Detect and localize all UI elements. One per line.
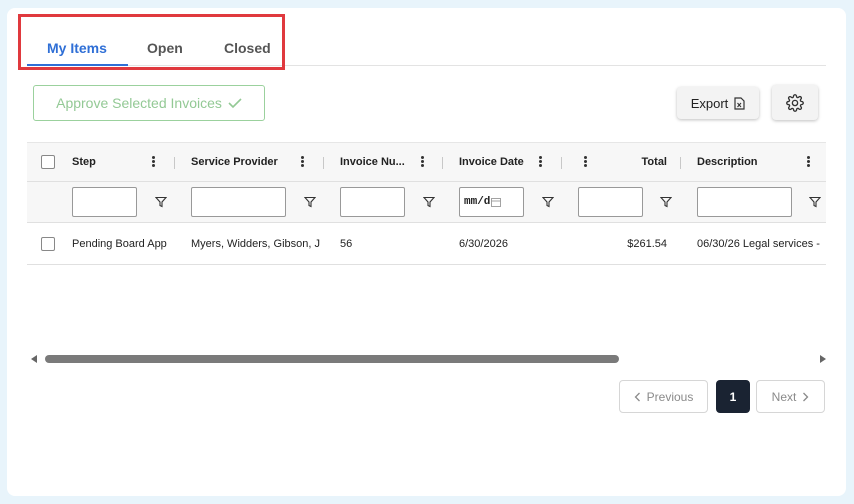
column-resize-handle[interactable] bbox=[680, 157, 681, 169]
select-all-checkbox[interactable] bbox=[41, 155, 55, 169]
column-resize-handle[interactable] bbox=[323, 157, 324, 169]
checkmark-icon bbox=[228, 98, 242, 109]
filter-description-icon[interactable] bbox=[809, 196, 821, 208]
table-row[interactable]: Pending Board App Myers, Widders, Gibson… bbox=[27, 223, 826, 265]
column-resize-handle[interactable] bbox=[174, 157, 175, 169]
horizontal-scrollbar[interactable] bbox=[31, 352, 826, 368]
cell-service-provider: Myers, Widders, Gibson, J bbox=[191, 238, 320, 250]
tab-my-items[interactable]: My Items bbox=[47, 40, 107, 56]
column-menu-unlabeled-icon[interactable] bbox=[584, 156, 588, 168]
invoice-grid: Step Service Provider Invoice Nu... Invo… bbox=[27, 142, 826, 266]
date-input-placeholder: mm/d bbox=[464, 196, 491, 208]
calendar-icon[interactable] bbox=[491, 197, 502, 207]
filter-invoice-date-icon[interactable] bbox=[542, 196, 554, 208]
scroll-right-arrow-icon[interactable] bbox=[820, 355, 826, 363]
page-1-button[interactable]: 1 bbox=[716, 380, 750, 413]
excel-file-icon bbox=[734, 96, 745, 110]
approve-button-label: Approve Selected Invoices bbox=[56, 95, 222, 111]
previous-label: Previous bbox=[646, 389, 694, 404]
column-resize-handle[interactable] bbox=[561, 157, 562, 169]
gear-icon bbox=[786, 93, 804, 112]
tab-open[interactable]: Open bbox=[147, 40, 183, 56]
main-card: My Items Open Closed Approve Selected In… bbox=[7, 8, 846, 496]
settings-button[interactable] bbox=[772, 85, 818, 120]
next-label: Next bbox=[771, 389, 797, 404]
column-resize-handle[interactable] bbox=[442, 157, 443, 169]
filter-provider-icon[interactable] bbox=[304, 196, 316, 208]
cell-invoice-date: 6/30/2026 bbox=[459, 238, 508, 250]
cell-total: $261.54 bbox=[627, 238, 667, 250]
chevron-left-icon bbox=[634, 392, 640, 401]
previous-page-button[interactable]: Previous bbox=[619, 380, 708, 413]
tab-closed[interactable]: Closed bbox=[224, 40, 271, 56]
column-header-service-provider[interactable]: Service Provider bbox=[191, 143, 278, 181]
column-menu-provider-icon[interactable] bbox=[301, 156, 305, 168]
filter-invoice-number-icon[interactable] bbox=[423, 196, 435, 208]
export-button-label: Export bbox=[690, 95, 729, 111]
filter-description-input[interactable] bbox=[697, 187, 792, 217]
next-page-button[interactable]: Next bbox=[756, 380, 825, 413]
column-header-step[interactable]: Step bbox=[72, 143, 96, 181]
scroll-left-arrow-icon[interactable] bbox=[31, 355, 37, 363]
column-menu-description-icon[interactable] bbox=[807, 156, 811, 168]
grid-header-row: Step Service Provider Invoice Nu... Invo… bbox=[27, 142, 826, 182]
active-tab-indicator bbox=[27, 64, 128, 66]
cell-invoice-number: 56 bbox=[340, 238, 353, 250]
grid-filter-row: mm/d bbox=[27, 182, 826, 223]
filter-total-icon[interactable] bbox=[660, 196, 672, 208]
filter-step-input[interactable] bbox=[72, 187, 137, 217]
filter-invoice-number-input[interactable] bbox=[340, 187, 405, 217]
filter-step-icon[interactable] bbox=[155, 196, 167, 208]
tab-bar: My Items Open Closed bbox=[27, 18, 826, 66]
approve-selected-invoices-button[interactable]: Approve Selected Invoices bbox=[33, 85, 265, 121]
column-header-total[interactable]: Total bbox=[607, 143, 667, 181]
cell-step: Pending Board App bbox=[72, 238, 167, 250]
column-menu-invoice-number-icon[interactable] bbox=[421, 156, 425, 168]
export-button[interactable]: Export bbox=[677, 87, 759, 119]
scrollbar-thumb[interactable] bbox=[45, 355, 619, 363]
filter-provider-input[interactable] bbox=[191, 187, 286, 217]
column-menu-invoice-date-icon[interactable] bbox=[539, 156, 543, 168]
chevron-right-icon bbox=[803, 392, 809, 401]
column-header-invoice-date[interactable]: Invoice Date bbox=[459, 143, 524, 181]
filter-total-input[interactable] bbox=[578, 187, 643, 217]
filter-invoice-date-input[interactable]: mm/d bbox=[459, 187, 524, 217]
column-menu-step-icon[interactable] bbox=[152, 156, 156, 168]
cell-description: 06/30/26 Legal services - bbox=[697, 238, 820, 250]
column-header-invoice-number[interactable]: Invoice Nu... bbox=[340, 143, 405, 181]
column-header-description[interactable]: Description bbox=[697, 143, 758, 181]
row-select-checkbox[interactable] bbox=[41, 237, 55, 251]
